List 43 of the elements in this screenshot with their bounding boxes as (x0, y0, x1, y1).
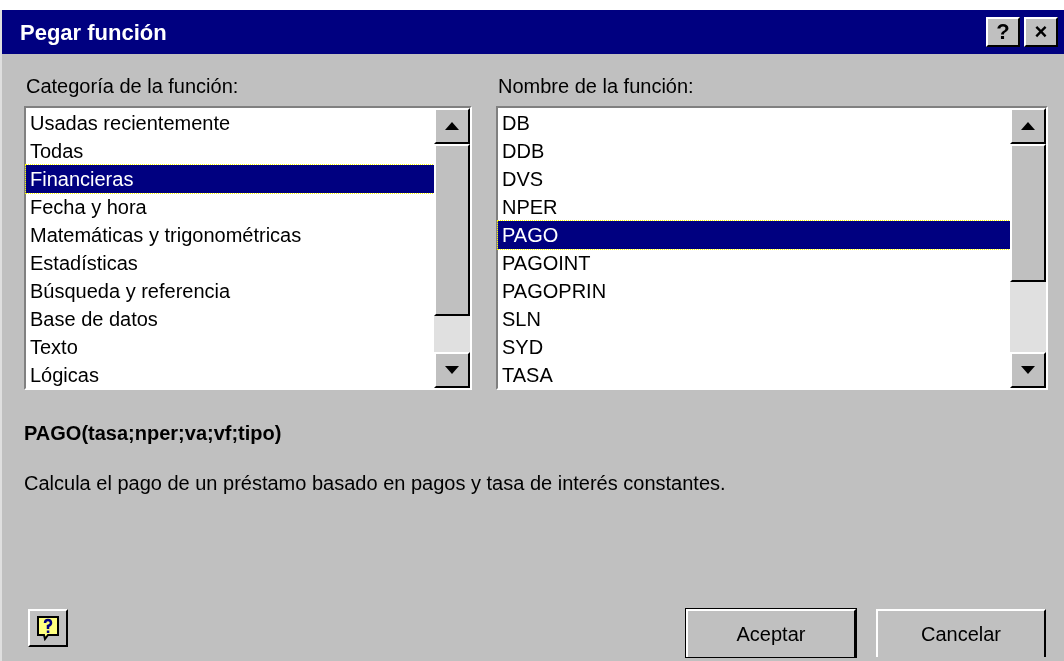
help-button[interactable]: ? (986, 17, 1020, 47)
list-item[interactable]: TASA (498, 361, 1010, 389)
up-arrow-icon (445, 122, 459, 130)
scroll-thumb[interactable] (1010, 144, 1046, 282)
function-signature: PAGO(tasa;nper;va;vf;tipo) (24, 421, 283, 446)
down-arrow-icon (1021, 366, 1035, 374)
down-arrow-icon (445, 366, 459, 374)
list-label: Categoría de la función: (25, 74, 240, 99)
cancel-button[interactable]: Cancelar (876, 609, 1046, 657)
scroll-up-button[interactable] (1010, 108, 1046, 144)
scrollbar[interactable] (1010, 108, 1046, 388)
list-item[interactable]: SLN (498, 305, 1010, 333)
close-button[interactable]: × (1024, 17, 1058, 47)
list-item[interactable]: Texto (26, 333, 434, 361)
list-item[interactable]: DB (498, 109, 1010, 137)
list-item[interactable]: PAGO (498, 221, 1010, 249)
list-item[interactable]: NPER (498, 193, 1010, 221)
scroll-thumb[interactable] (434, 144, 470, 316)
list-item[interactable]: Búsqueda y referencia (26, 277, 434, 305)
list-item[interactable]: Lógicas (26, 361, 434, 389)
list-label: Nombre de la función: (497, 74, 695, 99)
window-title: Pegar función (20, 18, 167, 47)
scroll-down-button[interactable] (1010, 352, 1046, 388)
speech-bubble-icon (36, 615, 60, 641)
list-item[interactable]: DDB (498, 137, 1010, 165)
list-item[interactable]: Base de datos (26, 305, 434, 333)
help-button[interactable] (28, 609, 68, 647)
scroll-up-button[interactable] (434, 108, 470, 144)
ok-button[interactable]: Aceptar (686, 609, 856, 657)
list-item[interactable]: Matemáticas y trigonométricas (26, 221, 434, 249)
list-item[interactable]: Usadas recientemente (26, 109, 434, 137)
list-item[interactable]: Financieras (26, 165, 434, 193)
function-description: Calcula el pago de un préstamo basado en pagos y tasa de interés constantes. (24, 471, 727, 496)
list-item[interactable]: Estadísticas (26, 249, 434, 277)
list-item[interactable]: DVS (498, 165, 1010, 193)
list-item[interactable]: PAGOPRIN (498, 277, 1010, 305)
scroll-down-button[interactable] (434, 352, 470, 388)
list-item[interactable]: PAGOINT (498, 249, 1010, 277)
list-item[interactable]: Todas (26, 137, 434, 165)
list-item[interactable]: SYD (498, 333, 1010, 361)
list-item[interactable]: Fecha y hora (26, 193, 434, 221)
scrollbar[interactable] (434, 108, 470, 388)
up-arrow-icon (1021, 122, 1035, 130)
